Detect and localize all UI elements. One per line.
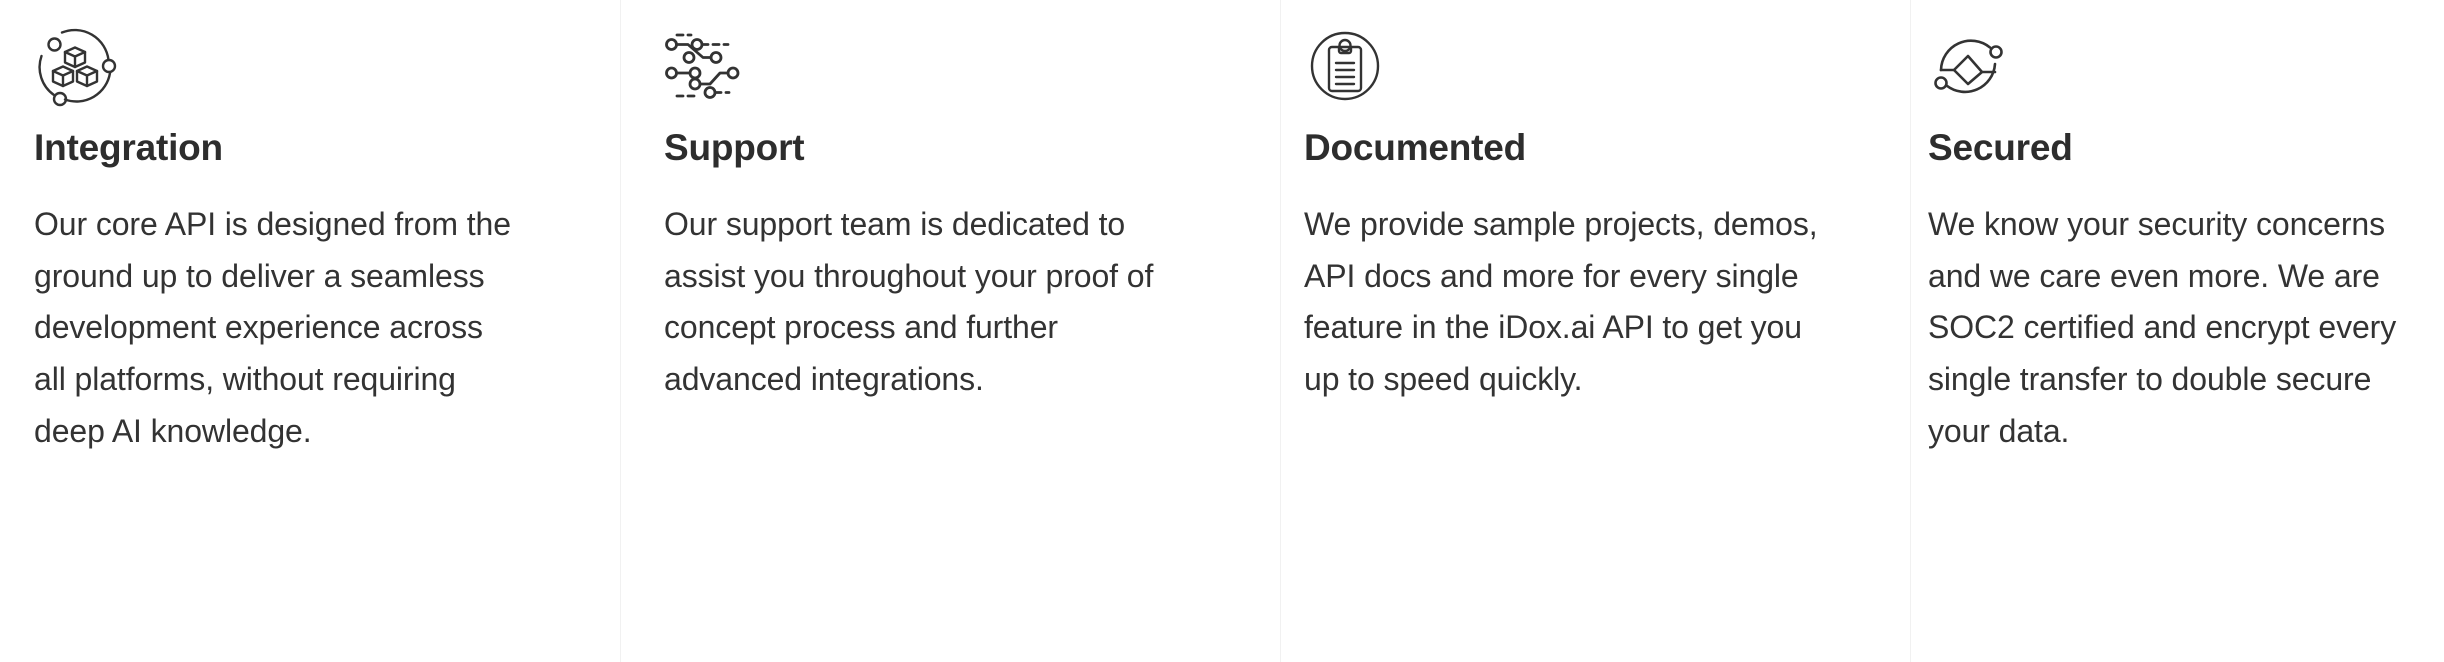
feature-description: Our core API is designed from the ground… <box>34 205 511 449</box>
analytics-circle-chart-icon <box>1928 18 2434 114</box>
cubes-orbit-icon <box>34 18 520 114</box>
feature-grid: Integration Our core API is designed fro… <box>0 0 2444 662</box>
feature-title: Secured <box>1928 127 2073 168</box>
feature-description: Our support team is dedicated to assist … <box>664 205 1154 398</box>
feature-title: Support <box>664 127 805 168</box>
feature-card-secured: Secured We know your security concerns a… <box>1910 0 2444 662</box>
feature-description: We provide sample projects, demos, API d… <box>1304 205 1818 398</box>
feature-title: Documented <box>1304 127 1527 168</box>
feature-card-support: Support Our support team is dedicated to… <box>620 0 1280 662</box>
clipboard-document-circle-icon <box>1304 18 1820 114</box>
feature-card-documented: Documented We provide sample projects, d… <box>1280 0 1910 662</box>
circuit-nodes-icon <box>664 18 1180 114</box>
feature-title: Integration <box>34 127 223 168</box>
feature-description: We know your security concerns and we ca… <box>1928 205 2397 449</box>
feature-card-integration: Integration Our core API is designed fro… <box>0 0 620 662</box>
